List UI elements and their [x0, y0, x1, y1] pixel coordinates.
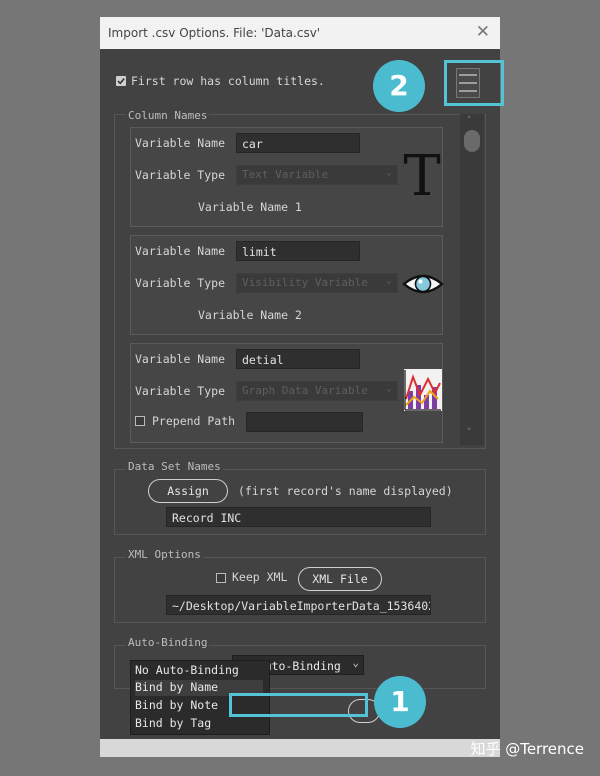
- variable-name-label: Variable Name: [135, 244, 226, 258]
- text-t-icon: T: [402, 144, 442, 209]
- assign-button[interactable]: Assign: [148, 479, 228, 503]
- svg-text:T: T: [403, 145, 440, 199]
- keep-xml-checkbox[interactable]: [216, 573, 226, 583]
- prepend-path-label: Prepend Path: [152, 414, 236, 428]
- checkmark-icon: [117, 78, 125, 85]
- data-set-names-title: Data Set Names: [126, 460, 223, 473]
- chevron-down-icon: ⌄: [352, 656, 359, 669]
- scroll-up-icon[interactable]: ˄: [467, 116, 472, 126]
- prepend-path-field[interactable]: [246, 412, 363, 432]
- variable-type-select-1[interactable]: Text Variable ⌄: [236, 165, 398, 185]
- variable-type-value-1: Text Variable: [242, 168, 329, 181]
- close-icon[interactable]: ✕: [476, 22, 490, 42]
- variable-type-value-2: Visibility Variable: [242, 276, 368, 289]
- graph-data-icon: [404, 369, 442, 415]
- option-bind-by-tag[interactable]: Bind by Tag: [135, 716, 263, 732]
- variable-name-field-1[interactable]: car: [236, 133, 360, 153]
- eye-icon: [402, 271, 444, 301]
- chevron-down-icon: ⌄: [385, 383, 392, 394]
- watermark: 知乎 @Terrence: [470, 740, 584, 758]
- data-set-hint: (first record's name displayed): [238, 484, 453, 498]
- column-names-scrollbar[interactable]: ˄ ˅: [460, 114, 484, 445]
- variable-type-label: Variable Type: [135, 168, 226, 182]
- bind-by-name-highlight-box: [229, 693, 368, 717]
- variable-name-label: Variable Name: [135, 352, 226, 366]
- title-bar: Import .csv Options. File: 'Data.csv' ✕: [100, 17, 500, 49]
- scroll-thumb[interactable]: [464, 130, 480, 152]
- xml-path-field[interactable]: ~/Desktop/VariableImporterData_1536402: [166, 595, 431, 615]
- scroll-down-icon[interactable]: ˅: [467, 428, 472, 438]
- window-title: Import .csv Options. File: 'Data.csv': [108, 26, 321, 40]
- card-footer-1: Variable Name 1: [198, 200, 302, 214]
- xml-file-button[interactable]: XML File: [298, 567, 382, 591]
- variable-type-label: Variable Type: [135, 276, 226, 290]
- variable-type-value-3: Graph Data Variable: [242, 384, 368, 397]
- first-row-checkbox[interactable]: [116, 76, 126, 86]
- variable-name-field-3[interactable]: detial: [236, 349, 360, 369]
- variable-name-label: Variable Name: [135, 136, 226, 150]
- first-row-checkbox-label: First row has column titles.: [131, 74, 325, 88]
- variable-type-label: Variable Type: [135, 384, 226, 398]
- prepend-path-checkbox[interactable]: [135, 416, 145, 426]
- annotation-badge-2: 2: [373, 60, 425, 112]
- chevron-down-icon: ⌄: [385, 275, 392, 286]
- chevron-down-icon: ⌄: [385, 167, 392, 178]
- card-footer-2: Variable Name 2: [198, 308, 302, 322]
- keep-xml-label: Keep XML: [232, 570, 288, 584]
- window-bottom-edge: [100, 739, 500, 757]
- column-names-title: Column Names: [126, 109, 210, 122]
- variable-type-select-3[interactable]: Graph Data Variable ⌄: [236, 381, 398, 401]
- annotation-badge-1: 1: [374, 676, 426, 728]
- import-options-dialog: Import .csv Options. File: 'Data.csv' ✕ …: [100, 17, 500, 757]
- option-no-auto-binding[interactable]: No Auto-Binding: [135, 663, 263, 679]
- record-name-field[interactable]: Record INC: [166, 507, 431, 527]
- variable-type-select-2[interactable]: Visibility Variable ⌄: [236, 273, 398, 293]
- variable-name-field-2[interactable]: limit: [236, 241, 360, 261]
- xml-options-title: XML Options: [126, 548, 203, 561]
- auto-binding-title: Auto-Binding: [126, 636, 210, 649]
- menu-highlight-box: [444, 60, 504, 106]
